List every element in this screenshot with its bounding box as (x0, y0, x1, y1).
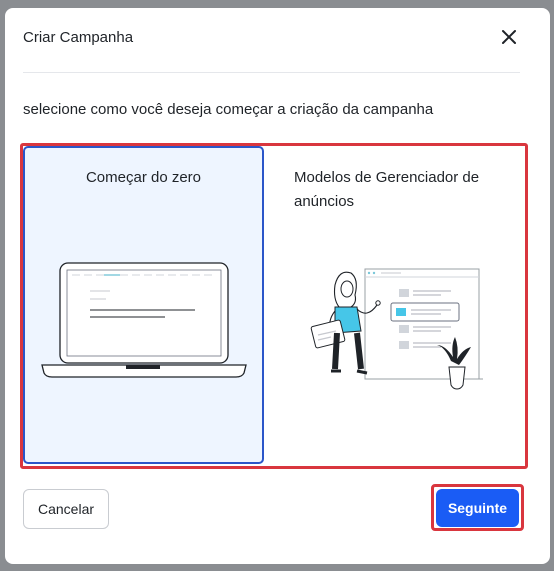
option-ad-manager-templates[interactable]: Modelos de Gerenciador de anúncios (266, 146, 524, 464)
close-icon (502, 30, 516, 44)
next-button[interactable]: Seguinte (436, 489, 519, 527)
dialog-subtitle: selecione como você deseja começar a cri… (23, 101, 434, 118)
person-presenting-illustration (310, 268, 483, 390)
cancel-button[interactable]: Cancelar (23, 489, 109, 529)
option-templates-label: Modelos de Gerenciador de anúncios (294, 169, 480, 210)
laptop-illustration (41, 262, 247, 378)
dialog-title: Criar Campanha (23, 29, 134, 46)
close-button[interactable] (498, 26, 520, 48)
header-divider (23, 72, 520, 73)
option-scratch-label: Começar do zero (85, 169, 202, 186)
option-start-from-scratch[interactable]: Começar do zero (23, 146, 264, 464)
